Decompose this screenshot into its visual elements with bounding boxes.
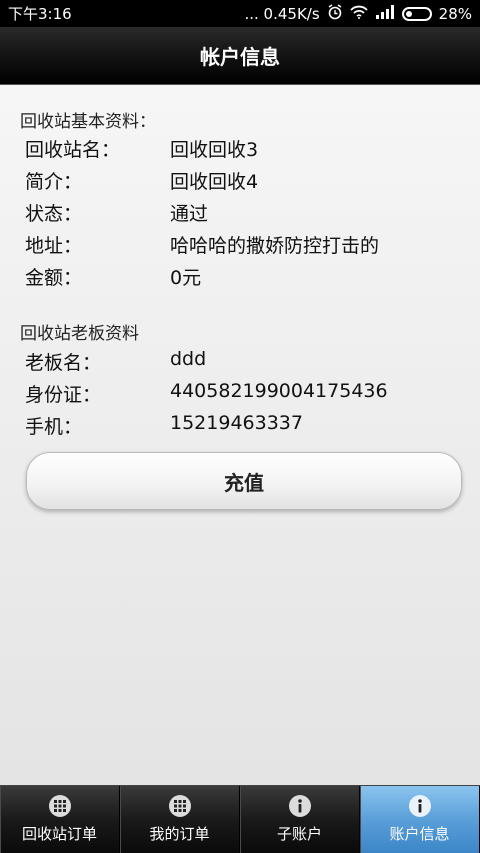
info-value: ddd: [170, 348, 207, 370]
info-label: 状态：: [25, 203, 83, 225]
tab-label: 子账户: [276, 825, 322, 843]
tab-account-info[interactable]: 账户信息: [360, 786, 480, 853]
tab-label: 我的订单: [149, 825, 210, 843]
battery-icon: [401, 6, 432, 21]
status-time: 下午3:16: [8, 5, 72, 23]
alarm-icon: [327, 3, 343, 24]
grid-icon: [48, 795, 71, 817]
owner-info-heading: 回收站老板资料: [20, 324, 139, 344]
info-icon: [288, 795, 311, 817]
signal-icon: [375, 4, 395, 23]
battery-level: 28%: [438, 4, 472, 23]
account-info-panel: 回收站基本资料： 回收站名： 回收回收3 简介： 回收回收4 状态： 通过 地址…: [0, 85, 480, 785]
wifi-icon: [350, 5, 368, 23]
info-value: 回收回收3: [170, 139, 259, 161]
tab-station-orders[interactable]: 回收站订单: [0, 786, 120, 853]
recharge-button[interactable]: 充值: [26, 452, 462, 510]
info-value: 回收回收4: [170, 171, 259, 193]
info-value: 15219463337: [170, 412, 303, 434]
tab-my-orders[interactable]: 我的订单: [120, 786, 240, 853]
info-value: 通过: [170, 203, 209, 225]
network-speed: ... 0.45K/s: [244, 4, 320, 23]
station-info-heading: 回收站基本资料：: [20, 112, 156, 132]
info-label: 金额：: [25, 267, 83, 289]
info-value: 0元: [170, 267, 202, 289]
info-row: 老板名： ddd: [25, 348, 465, 375]
tab-label: 账户信息: [389, 825, 450, 843]
info-row: 金额： 0元: [25, 263, 465, 290]
info-value: 哈哈哈的撒娇防控打击的: [170, 235, 380, 257]
bottom-tab-bar: 回收站订单 我的订单 子账户 账户信息: [0, 785, 480, 853]
info-label: 身份证：: [25, 384, 102, 406]
title-bar: 帐户信息: [0, 27, 480, 85]
info-label: 简介：: [25, 171, 83, 193]
info-label: 地址：: [25, 235, 83, 257]
tab-label: 回收站订单: [21, 825, 97, 843]
info-row: 身份证： 440582199004175436: [25, 380, 465, 407]
grid-icon: [168, 795, 191, 817]
status-bar: 下午3:16 ... 0.45K/s 28%: [0, 0, 480, 27]
info-row: 手机： 15219463337: [25, 412, 465, 439]
info-row: 简介： 回收回收4: [25, 167, 465, 194]
info-label: 手机：: [25, 416, 83, 438]
info-row: 状态： 通过: [25, 199, 465, 226]
info-row: 地址： 哈哈哈的撒娇防控打击的: [25, 231, 465, 258]
info-label: 老板名：: [25, 352, 102, 374]
info-row: 回收站名： 回收回收3: [25, 135, 465, 162]
info-value: 440582199004175436: [170, 380, 388, 402]
tab-sub-accounts[interactable]: 子账户: [240, 786, 360, 853]
info-label: 回收站名：: [25, 139, 121, 161]
page-title: 帐户信息: [200, 45, 280, 69]
info-icon: [408, 795, 431, 817]
